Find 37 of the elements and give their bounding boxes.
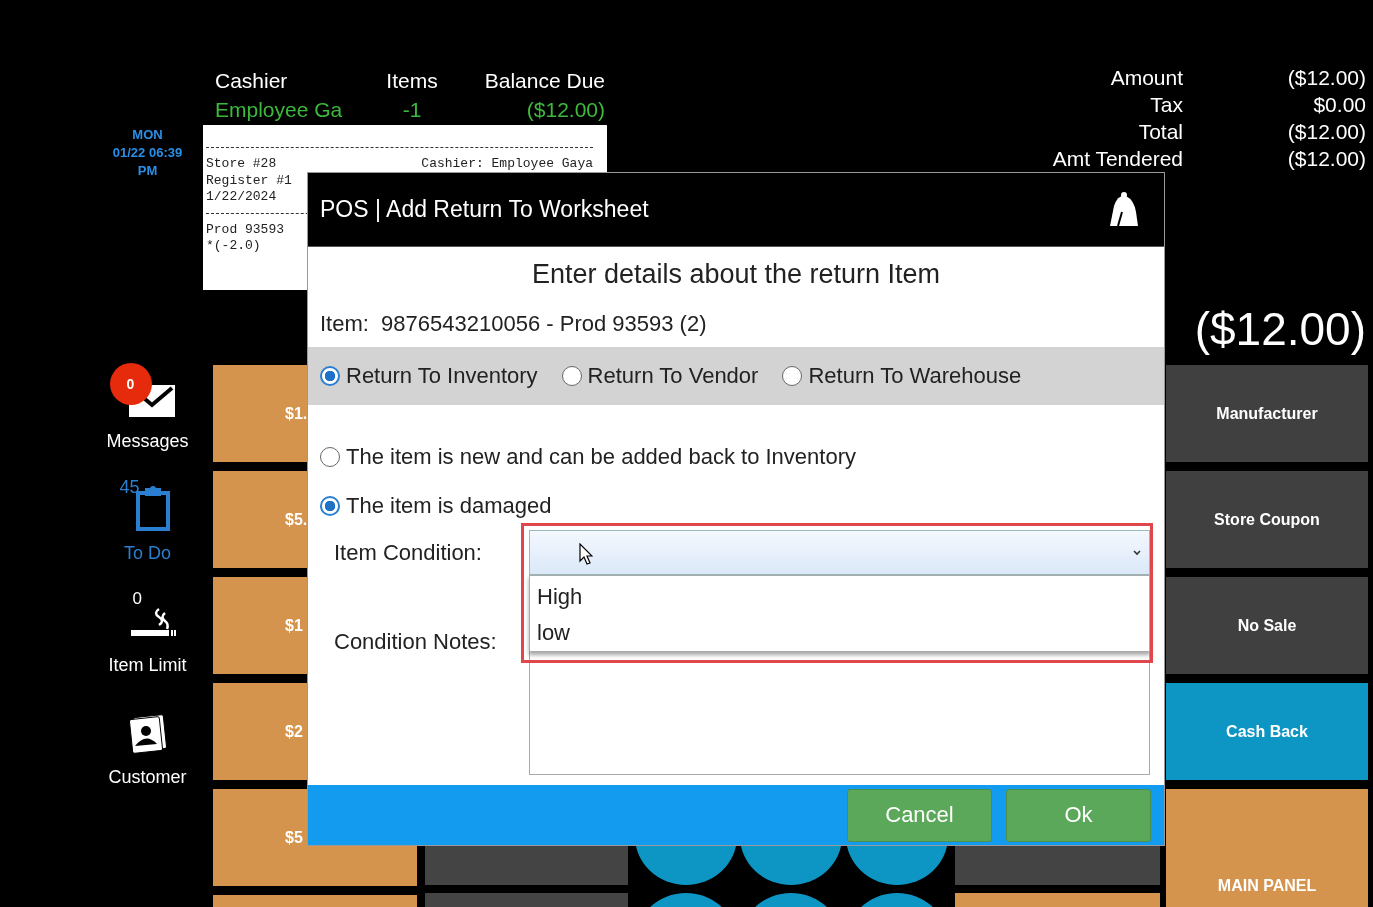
clock-text: 01/22 06:39 bbox=[111, 144, 184, 162]
totals-label: Amt Tendered bbox=[1052, 146, 1183, 172]
dialog-heading: Enter details about the return Item bbox=[531, 258, 941, 291]
summary-label: Cashier bbox=[215, 68, 288, 94]
receipt-text: Register #1 bbox=[206, 172, 292, 189]
tender-label: $1. bbox=[285, 404, 308, 423]
item-description: Item: 9876543210056 - Prod 93593 (2) bbox=[319, 310, 707, 338]
summary-value: ($12.00) bbox=[526, 97, 605, 123]
totals-label: Total bbox=[1138, 119, 1183, 145]
receipt-text: Store #28 bbox=[206, 156, 277, 173]
receipt-text: Cashier: Employee Gaya bbox=[421, 156, 593, 173]
receipt-text: 1/22/2024 bbox=[206, 189, 277, 206]
summary-value: Employee Ga bbox=[215, 97, 343, 123]
clock-text: PM bbox=[136, 162, 159, 180]
totals-value: ($12.00) bbox=[1287, 65, 1366, 91]
clock-text: MON bbox=[131, 126, 164, 144]
dialog-title: POS | Add Return To Worksheet bbox=[320, 196, 649, 223]
tender-label: $1 bbox=[285, 616, 303, 635]
todo-count: 45 bbox=[119, 477, 140, 498]
tender-label: $2 bbox=[285, 722, 303, 741]
receipt-text: *(-2.0) bbox=[206, 238, 261, 255]
totals-value: ($12.00) bbox=[1287, 146, 1366, 172]
totals-label: Amount bbox=[1110, 65, 1183, 91]
summary-label: Balance Due bbox=[484, 68, 605, 94]
summary-label: Items bbox=[386, 68, 438, 94]
limit-count: 0 bbox=[132, 589, 142, 609]
totals-value: ($12.00) bbox=[1287, 119, 1366, 145]
receipt-text: Prod 93593 bbox=[206, 221, 284, 238]
field-label: Item Condition: bbox=[333, 539, 483, 566]
totals-value: $0.00 bbox=[1313, 92, 1366, 118]
tender-label: $5. bbox=[285, 510, 308, 529]
totals-label: Tax bbox=[1150, 92, 1183, 118]
big-total-amount: ($12.00) bbox=[1194, 303, 1366, 355]
summary-value: -1 bbox=[402, 97, 422, 123]
tender-label: $5 bbox=[285, 828, 303, 847]
notification-badge: 0 bbox=[109, 363, 152, 405]
field-label: Condition Notes: bbox=[333, 628, 498, 654]
